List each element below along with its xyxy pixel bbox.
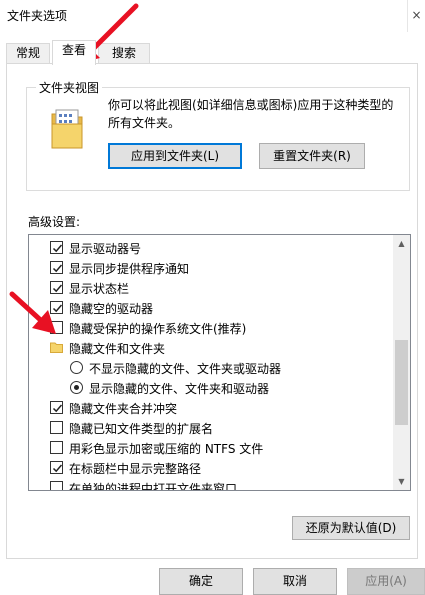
scroll-thumb[interactable] xyxy=(395,340,408,425)
advanced-settings-label: 高级设置: xyxy=(28,215,81,229)
cancel-button[interactable]: 取消 xyxy=(253,568,337,595)
setting-show-hidden[interactable]: 显示隐藏的文件、文件夹和驱动器 xyxy=(29,378,391,398)
window-title: 文件夹选项 xyxy=(7,9,68,23)
checkbox-checked-icon[interactable] xyxy=(50,401,63,414)
setting-label: 不显示隐藏的文件、文件夹或驱动器 xyxy=(89,362,282,376)
setting-show-status-bar[interactable]: 显示状态栏 xyxy=(29,278,391,298)
setting-label: 显示隐藏的文件、文件夹和驱动器 xyxy=(89,382,270,396)
setting-show-drive-letters[interactable]: 显示驱动器号 xyxy=(29,238,391,258)
tab-view[interactable]: 查看 xyxy=(52,40,96,65)
setting-group-hidden-files: 隐藏文件和文件夹 xyxy=(29,338,391,358)
ok-button[interactable]: 确定 xyxy=(159,568,243,595)
setting-color-ntfs[interactable]: 用彩色显示加密或压缩的 NTFS 文件 xyxy=(29,438,391,458)
folder-icon xyxy=(50,341,63,354)
setting-separate-process[interactable]: 在单独的进程中打开文件夹窗口 xyxy=(29,478,391,491)
setting-label: 在标题栏中显示完整路径 xyxy=(69,462,202,476)
tab-search[interactable]: 搜索 xyxy=(98,43,150,64)
setting-label: 用彩色显示加密或压缩的 NTFS 文件 xyxy=(69,442,264,456)
setting-full-path-title[interactable]: 在标题栏中显示完整路径 xyxy=(29,458,391,478)
radio-selected-icon[interactable] xyxy=(70,381,83,394)
advanced-settings-list[interactable]: 显示驱动器号 显示同步提供程序通知 显示状态栏 隐藏空的驱动器 隐藏受保护的操作… xyxy=(28,234,411,491)
checkbox-checked-icon[interactable] xyxy=(50,461,63,474)
checkbox-unchecked-icon[interactable] xyxy=(50,441,63,454)
apply-to-folders-button[interactable]: 应用到文件夹(L) xyxy=(108,143,242,169)
title-bar: 文件夹选项 × xyxy=(0,0,425,32)
setting-dont-show-hidden[interactable]: 不显示隐藏的文件、文件夹或驱动器 xyxy=(29,358,391,378)
setting-label: 隐藏受保护的操作系统文件(推荐) xyxy=(69,322,247,336)
checkbox-checked-icon[interactable] xyxy=(50,261,63,274)
setting-hide-empty-drives[interactable]: 隐藏空的驱动器 xyxy=(29,298,391,318)
checkbox-unchecked-icon[interactable] xyxy=(50,321,63,334)
setting-hide-protected-os-files[interactable]: 隐藏受保护的操作系统文件(推荐) xyxy=(29,318,391,338)
checkbox-unchecked-icon[interactable] xyxy=(50,421,63,434)
setting-label: 显示驱动器号 xyxy=(69,242,142,256)
setting-label: 在单独的进程中打开文件夹窗口 xyxy=(69,482,238,491)
setting-hide-extensions[interactable]: 隐藏已知文件类型的扩展名 xyxy=(29,418,391,438)
setting-label: 显示状态栏 xyxy=(69,282,130,296)
vertical-scrollbar[interactable]: ▲ ▼ xyxy=(393,235,410,490)
checkbox-unchecked-icon[interactable] xyxy=(50,481,63,490)
scroll-up-icon[interactable]: ▲ xyxy=(393,235,410,252)
setting-hide-merge-conflicts[interactable]: 隐藏文件夹合并冲突 xyxy=(29,398,391,418)
tab-strip: 常规 查看 搜索 xyxy=(0,40,425,65)
apply-button[interactable]: 应用(A) xyxy=(347,568,425,595)
radio-unselected-icon[interactable] xyxy=(70,361,83,374)
setting-show-sync-notifications[interactable]: 显示同步提供程序通知 xyxy=(29,258,391,278)
close-icon[interactable]: × xyxy=(407,0,425,32)
folder-views-description: 你可以将此视图(如详细信息或图标)应用于这种类型的所有文件夹。 xyxy=(108,98,394,130)
scroll-down-icon[interactable]: ▼ xyxy=(393,473,410,490)
setting-label: 隐藏文件夹合并冲突 xyxy=(69,402,178,416)
restore-defaults-button[interactable]: 还原为默认值(D) xyxy=(292,516,410,540)
tab-general[interactable]: 常规 xyxy=(6,43,50,64)
checkbox-checked-icon[interactable] xyxy=(50,281,63,294)
setting-label: 隐藏空的驱动器 xyxy=(69,302,154,316)
checkbox-checked-icon[interactable] xyxy=(50,301,63,314)
folder-views-legend: 文件夹视图 xyxy=(36,79,103,96)
setting-label: 显示同步提供程序通知 xyxy=(69,262,190,276)
checkbox-checked-icon[interactable] xyxy=(50,241,63,254)
setting-label: 隐藏已知文件类型的扩展名 xyxy=(69,422,214,436)
reset-folders-button[interactable]: 重置文件夹(R) xyxy=(259,143,365,169)
setting-group-label: 隐藏文件和文件夹 xyxy=(69,342,166,356)
folder-view-icon xyxy=(50,108,84,150)
